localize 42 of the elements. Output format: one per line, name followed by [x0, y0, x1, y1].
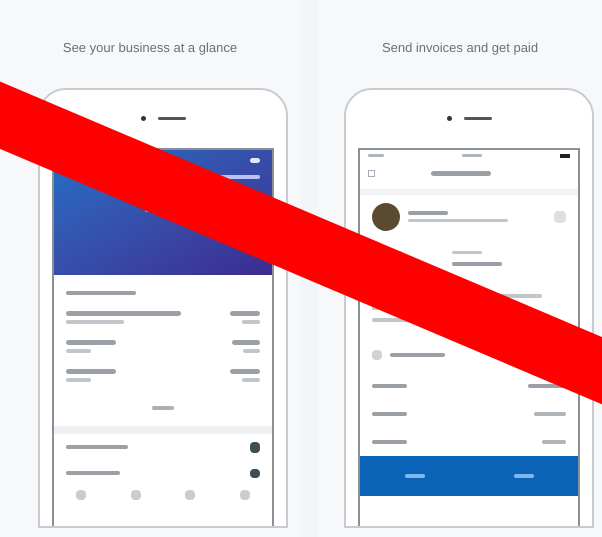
speaker-icon: [158, 117, 186, 120]
blurred-text: [152, 406, 174, 410]
blurred-text: [230, 310, 260, 316]
blurred-text: [66, 368, 116, 374]
blurred-text: [66, 471, 120, 475]
blurred-text: [242, 378, 260, 382]
blurred-text: [66, 378, 91, 382]
blurred-text: [66, 320, 124, 324]
blurred-text: [542, 440, 566, 444]
avatar: [372, 202, 400, 230]
blurred-text: [372, 384, 407, 388]
blurred-text: [408, 211, 448, 215]
tab-icon[interactable]: [130, 490, 141, 500]
blurred-text: [390, 352, 445, 356]
blurred-text: [230, 368, 260, 374]
blurred-text: [243, 348, 260, 352]
blurred-text: [452, 250, 482, 254]
tab-icon[interactable]: [76, 490, 86, 500]
blurred-text: [514, 474, 534, 478]
blurred-text: [452, 262, 502, 266]
blurred-text: [372, 440, 407, 444]
blurred-text: [372, 412, 407, 416]
camera-icon: [140, 116, 146, 121]
blurred-text: [534, 412, 566, 416]
blurred-text: [66, 348, 91, 352]
blurred-text: [431, 170, 491, 176]
camera-icon: [446, 116, 452, 121]
blurred-text: [66, 340, 116, 344]
speaker-icon: [464, 117, 492, 120]
caption: Send invoices and get paid: [382, 39, 538, 57]
blurred-text: [66, 445, 128, 449]
tab-icon[interactable]: [240, 490, 250, 500]
blurred-text: [462, 154, 482, 156]
caption: See your business at a glance: [62, 39, 238, 57]
blurred-text: [242, 320, 260, 324]
blurred-text: [250, 158, 260, 162]
blurred-text: [66, 290, 136, 294]
battery-icon: [560, 154, 570, 158]
tab-icon[interactable]: [185, 490, 196, 500]
blurred-text: [232, 340, 260, 344]
blurred-text: [368, 154, 384, 156]
blurred-text: [404, 474, 424, 478]
